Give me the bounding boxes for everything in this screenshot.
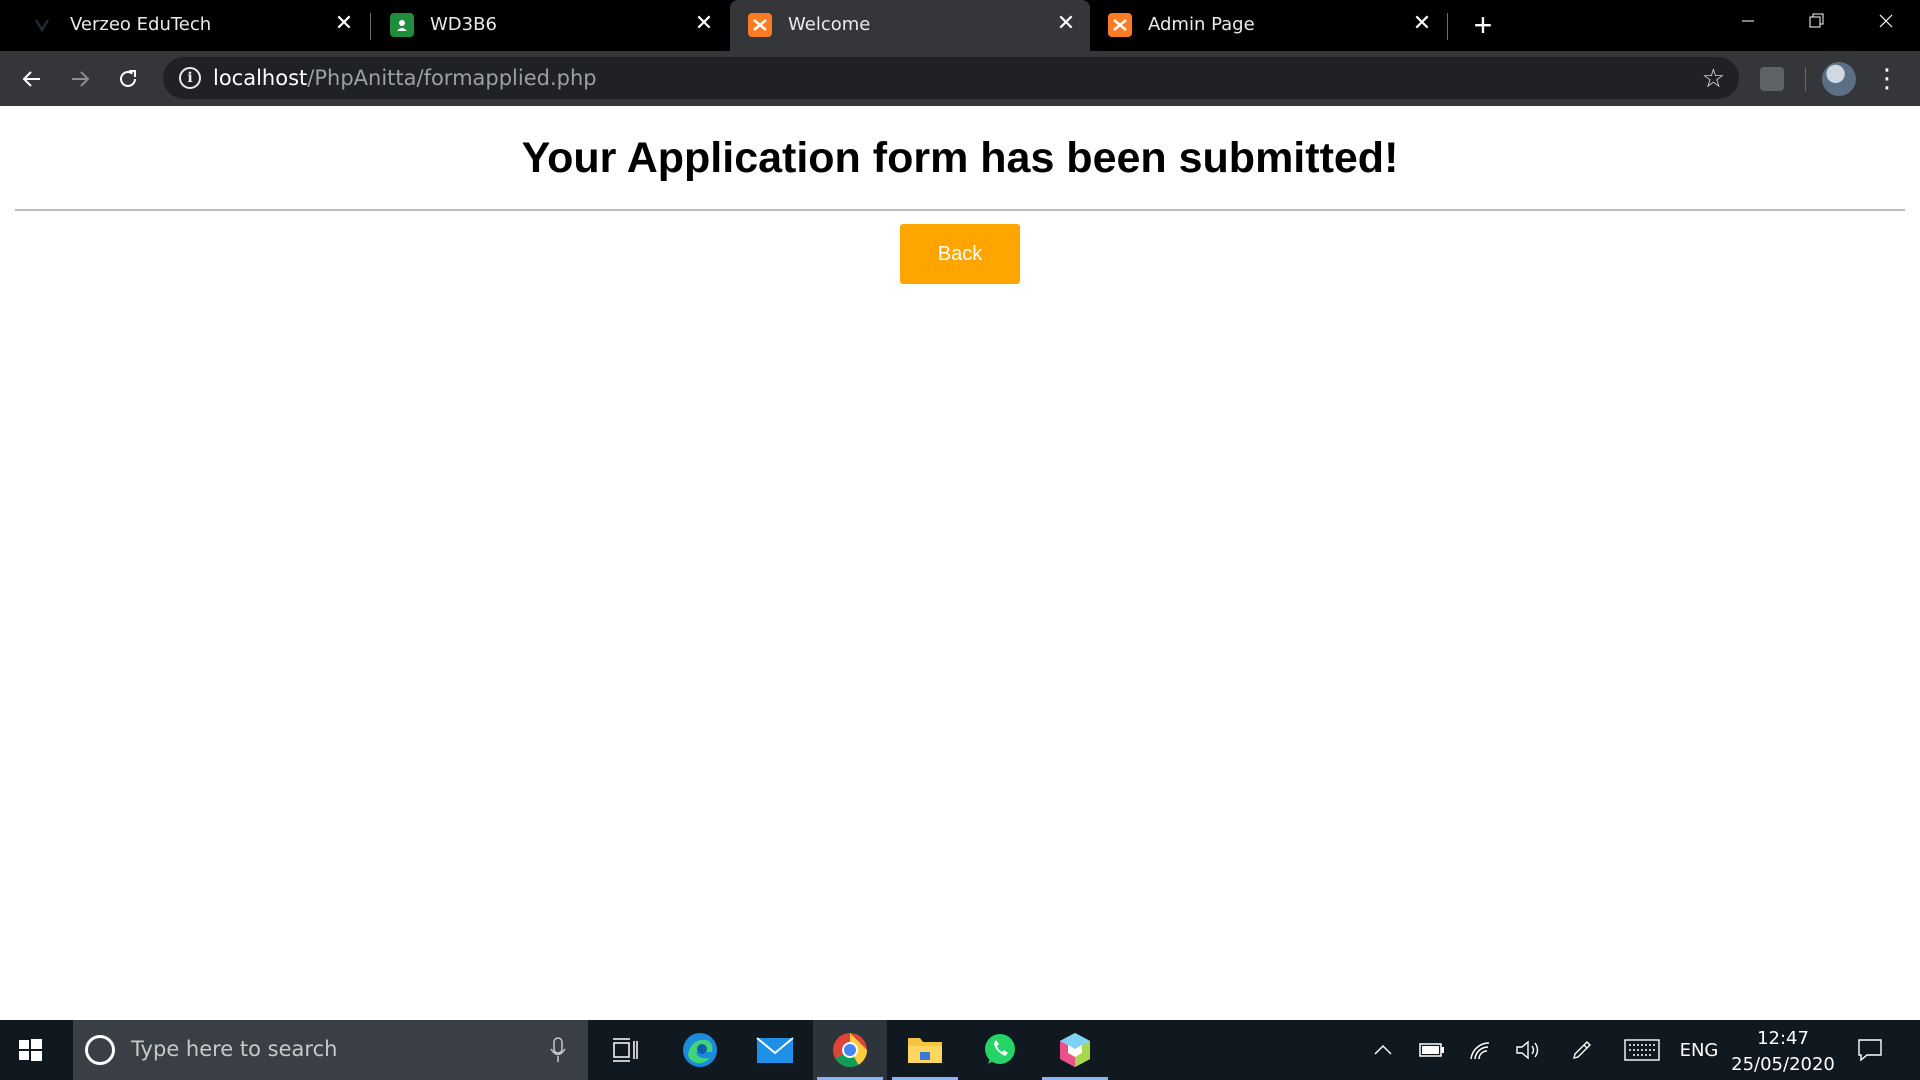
arrow-left-icon <box>22 71 40 87</box>
show-hidden-icons-button[interactable] <box>1368 1020 1398 1080</box>
touch-keyboard-button[interactable] <box>1622 1020 1662 1080</box>
menu-dots-icon[interactable]: ⋮ <box>1874 63 1900 95</box>
whatsapp-app[interactable] <box>963 1020 1037 1080</box>
page-content: Your Application form has been submitted… <box>0 106 1920 1020</box>
edge-icon <box>683 1033 717 1067</box>
verzeo-icon <box>30 13 54 37</box>
bookmark-star-icon[interactable]: ☆ <box>1702 63 1725 94</box>
wifi-icon <box>1470 1042 1490 1060</box>
toolbar-separator <box>1805 67 1806 91</box>
chrome-icon <box>833 1033 867 1067</box>
edge-app[interactable] <box>663 1020 737 1080</box>
taskbar: Type here to search ENG 12:47 25/05/2020 <box>0 1020 1920 1080</box>
cortana-icon[interactable] <box>85 1035 115 1065</box>
close-window-button[interactable] <box>1852 0 1920 42</box>
forward-nav-button[interactable] <box>62 61 98 97</box>
url-text[interactable]: localhost/PhpAnitta/formapplied.php <box>213 66 597 90</box>
info-icon[interactable]: i <box>179 67 201 89</box>
tab-admin-page[interactable]: Admin Page ✕ <box>1090 0 1446 51</box>
page-title: Your Application form has been submitted… <box>521 134 1399 182</box>
restore-icon <box>1809 13 1824 28</box>
task-view-icon <box>613 1038 638 1062</box>
battery-button[interactable] <box>1416 1020 1448 1080</box>
search-placeholder: Type here to search <box>131 1037 338 1061</box>
tab-welcome[interactable]: Welcome ✕ <box>730 0 1090 51</box>
clock-time: 12:47 <box>1757 1028 1809 1049</box>
windows-logo-icon <box>19 1039 42 1061</box>
tab-title: Verzeo EduTech <box>70 14 212 35</box>
close-icon[interactable]: ✕ <box>1054 12 1078 36</box>
tab-wd3b6[interactable]: WD3B6 ✕ <box>372 0 728 51</box>
clock-date: 25/05/2020 <box>1731 1054 1835 1075</box>
volume-button[interactable] <box>1512 1020 1544 1080</box>
reload-icon <box>120 70 136 87</box>
chrome-app[interactable] <box>813 1020 887 1080</box>
url-path: /PhpAnitta/formapplied.php <box>307 66 597 90</box>
taskbar-search[interactable]: Type here to search <box>73 1020 588 1080</box>
close-icon[interactable]: ✕ <box>692 12 716 36</box>
netbeans-app[interactable] <box>1038 1020 1112 1080</box>
back-nav-button[interactable] <box>14 61 50 97</box>
file-explorer-app[interactable] <box>888 1020 962 1080</box>
address-bar[interactable]: i localhost/PhpAnitta/formapplied.php ☆ <box>163 57 1739 99</box>
keyboard-icon <box>1624 1039 1660 1061</box>
minimize-button[interactable] <box>1714 0 1782 42</box>
reload-button[interactable] <box>110 61 146 97</box>
netbeans-icon <box>1060 1033 1090 1067</box>
microphone-icon[interactable] <box>550 1036 566 1064</box>
notification-icon <box>1858 1039 1882 1062</box>
task-view-button[interactable] <box>588 1020 662 1080</box>
restore-button[interactable] <box>1782 0 1850 42</box>
divider <box>15 209 1905 211</box>
classroom-icon <box>390 13 414 37</box>
mail-app[interactable] <box>738 1020 812 1080</box>
battery-icon <box>1419 1043 1444 1057</box>
new-tab-button[interactable]: + <box>1468 9 1498 41</box>
tab-title: WD3B6 <box>430 14 497 35</box>
language-indicator[interactable]: ENG <box>1676 1020 1722 1080</box>
tab-verzeo[interactable]: Verzeo EduTech ✕ <box>12 0 368 51</box>
close-icon[interactable]: ✕ <box>332 12 356 36</box>
profile-avatar[interactable] <box>1822 62 1856 96</box>
pen-button[interactable] <box>1566 1020 1598 1080</box>
windows-start-button[interactable] <box>14 1034 46 1066</box>
back-button[interactable]: Back <box>900 224 1020 284</box>
extension-icon[interactable] <box>1760 67 1784 91</box>
browser-window: Verzeo EduTech ✕ WD3B6 ✕ Welcome ✕ Admin… <box>0 0 1920 1020</box>
pen-icon <box>1573 1041 1591 1059</box>
xampp-icon <box>748 13 772 37</box>
xampp-icon <box>1108 13 1132 37</box>
speaker-icon <box>1516 1040 1539 1060</box>
taskbar-clock[interactable]: 12:47 25/05/2020 <box>1728 1026 1838 1078</box>
action-center-button[interactable] <box>1852 1020 1888 1080</box>
tab-separator <box>1447 13 1448 40</box>
tab-title: Welcome <box>788 14 871 35</box>
folder-icon <box>908 1038 942 1063</box>
tab-separator <box>370 13 371 40</box>
arrow-right-icon <box>72 71 90 87</box>
close-window-icon <box>1879 14 1893 28</box>
minimize-icon <box>1742 20 1754 22</box>
browser-toolbar: i localhost/PhpAnitta/formapplied.php ☆ … <box>0 51 1920 106</box>
whatsapp-icon <box>985 1034 1015 1064</box>
network-button[interactable] <box>1464 1020 1496 1080</box>
close-icon[interactable]: ✕ <box>1410 12 1434 36</box>
tab-title: Admin Page <box>1148 14 1255 35</box>
mail-icon <box>756 1037 794 1063</box>
chevron-up-icon <box>1374 1044 1392 1055</box>
url-host: localhost <box>213 66 308 90</box>
tab-strip: Verzeo EduTech ✕ WD3B6 ✕ Welcome ✕ Admin… <box>0 0 1920 51</box>
